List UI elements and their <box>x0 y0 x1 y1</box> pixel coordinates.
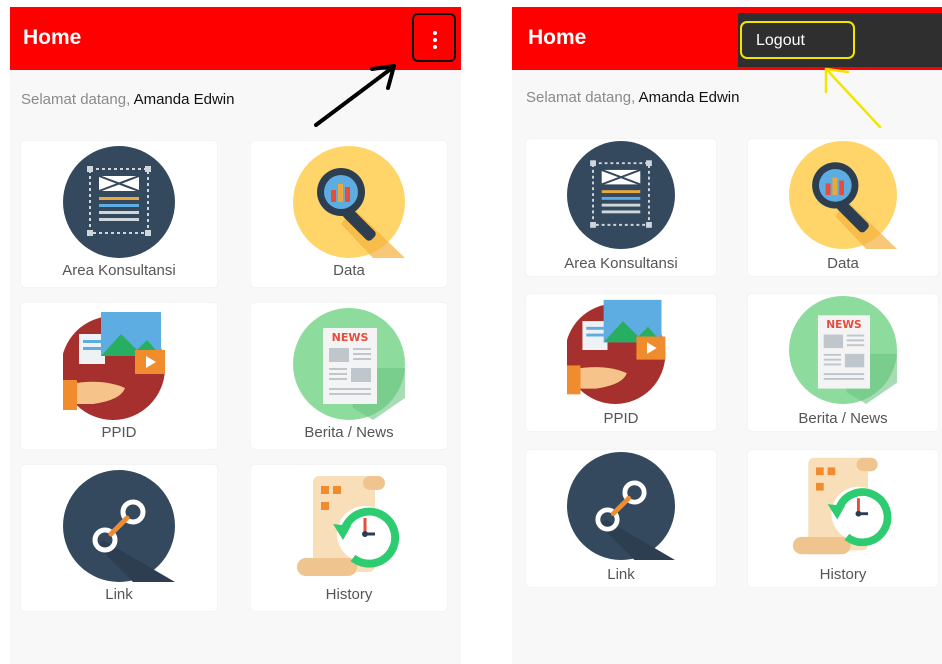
arrow-to-logout-icon <box>824 67 882 129</box>
arrow-to-menu-icon <box>314 64 396 127</box>
annotation-layer <box>314 64 882 129</box>
